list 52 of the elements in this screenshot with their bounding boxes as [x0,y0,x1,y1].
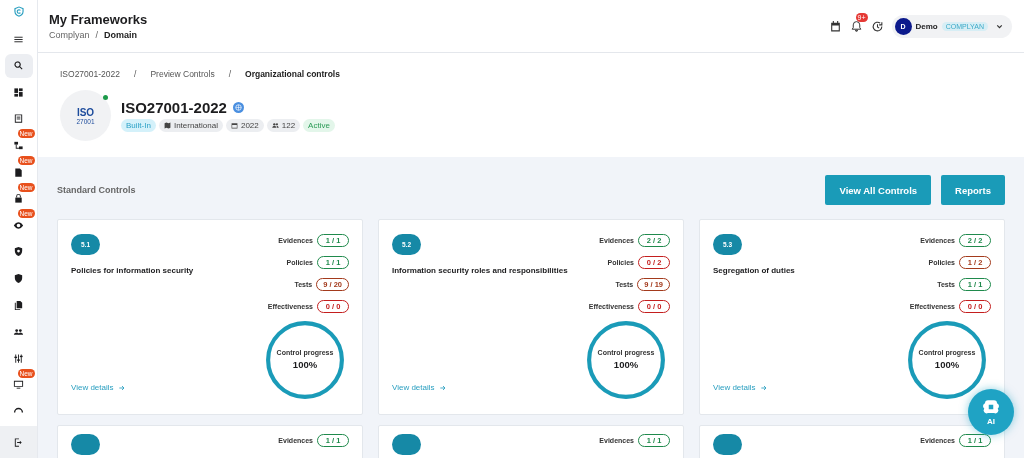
control-code-badge [713,434,742,455]
document-icon [13,166,24,178]
dashboard-icon [13,86,24,98]
history-icon[interactable] [870,19,884,33]
page-title: My Frameworks [49,12,148,27]
globe-icon [232,102,244,113]
action-button[interactable]: Reports [941,175,1005,205]
bell-icon[interactable] [849,19,863,33]
calendar-icon[interactable] [828,19,842,33]
breadcrumb-link[interactable]: Preview Controls [150,69,215,79]
breadcrumb-link[interactable]: Domain [104,30,138,40]
breadcrumb-separator: / [95,30,99,40]
breadcrumb-separator: / [228,69,232,79]
logout-icon [13,436,24,448]
framework-tag: Built-In [121,119,156,132]
map-icon [163,122,171,129]
view-details-link[interactable]: View details [392,383,447,392]
arrow-right-icon [759,383,768,392]
breadcrumb-separator: / [134,69,137,79]
sidebar-item[interactable] [4,53,33,78]
breadcrumb-link[interactable]: ISO27001-2022 [60,69,121,79]
eye-icon [13,219,24,231]
framework-tag: 2022 [225,119,264,132]
framework-tag: Active [303,119,335,132]
arrow-right-icon [438,383,447,392]
control-code-badge [392,434,421,455]
framework-tag: 122 [266,119,301,132]
user-name: Demo [915,21,938,31]
control-code-badge [71,434,100,455]
people-icon [271,122,279,129]
breadcrumb-link[interactable]: Complyan [49,30,90,40]
control-title: Information security roles and responsibilities [392,266,568,275]
control-title: Segregation of duties [713,266,795,275]
framework-name: ISO27001-2022 [121,99,227,116]
files-icon [13,299,24,311]
view-details-link[interactable]: View details [713,383,768,392]
control-title: Policies for information security [71,266,194,275]
view-details-link[interactable]: View details [71,383,126,392]
monitor-icon [13,379,24,391]
breadcrumb-link[interactable]: Organizational controls [245,69,340,79]
section-title: Standard Controls [57,185,136,195]
flow-icon [13,139,24,151]
people-icon [13,326,24,338]
lock-icon [13,193,24,205]
shield-icon [13,272,24,284]
search-icon [13,60,24,72]
action-button[interactable]: View All Controls [825,175,932,205]
arrow-right-icon [117,383,126,392]
framework-tag: International [158,119,223,132]
list-icon [13,113,24,125]
sliders-icon [13,352,24,364]
shield-icon [13,246,24,258]
